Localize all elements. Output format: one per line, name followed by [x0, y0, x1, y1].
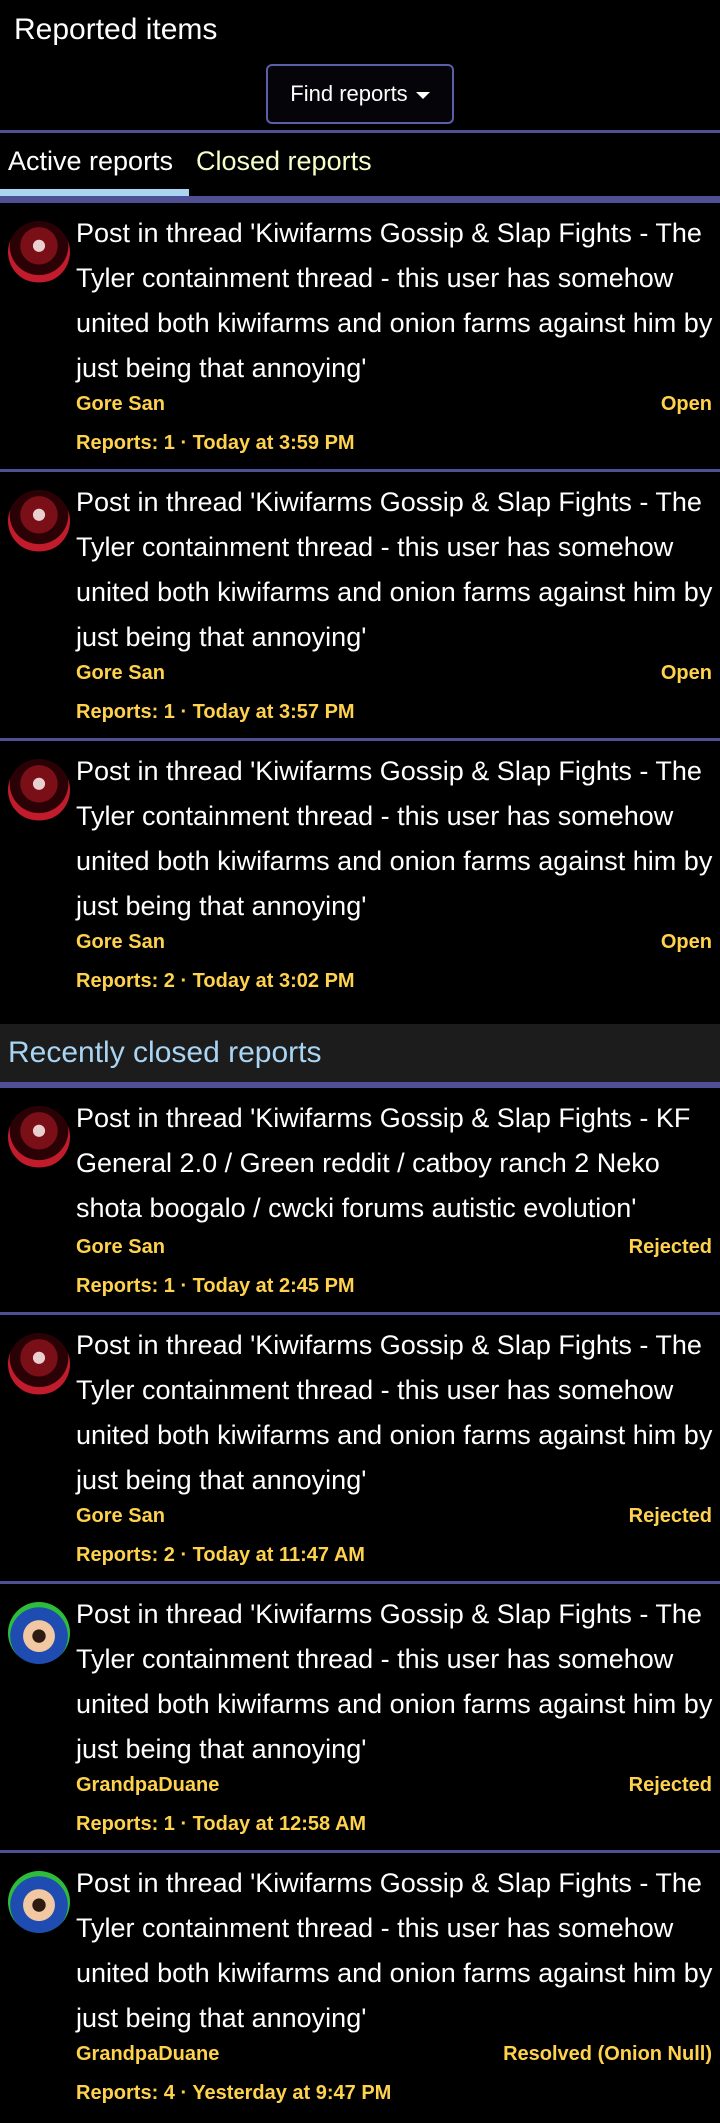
- gore-san-avatar[interactable]: [8, 221, 70, 283]
- find-reports-label: Find reports: [290, 81, 408, 106]
- report-title[interactable]: Post in thread 'Kiwifarms Gossip & Slap …: [76, 480, 716, 660]
- page-title: Reported items: [14, 13, 218, 46]
- report-status: Open: [660, 931, 712, 953]
- report-status: Open: [660, 393, 712, 415]
- report-count-time: Reports: 2 · Today at 11:47 AM: [76, 1544, 365, 1566]
- report-item[interactable]: Post in thread 'Kiwifarms Gossip & Slap …: [0, 741, 720, 1024]
- report-status: Rejected: [628, 1236, 712, 1258]
- find-reports-button[interactable]: Find reports: [266, 64, 454, 124]
- report-title[interactable]: Post in thread 'Kiwifarms Gossip & Slap …: [76, 1861, 716, 2041]
- tabs-top-divider: [0, 130, 720, 133]
- report-count-time: Reports: 1 · Today at 12:58 AM: [76, 1813, 367, 1835]
- report-count-time: Reports: 1 · Today at 2:45 PM: [76, 1275, 355, 1297]
- report-item[interactable]: Post in thread 'Kiwifarms Gossip & Slap …: [0, 472, 720, 741]
- recently-closed-header: Recently closed reports: [0, 1024, 720, 1082]
- report-title[interactable]: Post in thread 'Kiwifarms Gossip & Slap …: [76, 749, 716, 929]
- gore-san-avatar[interactable]: [8, 1333, 70, 1395]
- report-author[interactable]: Gore San: [76, 662, 165, 685]
- report-count-time: Reports: 1 · Today at 3:59 PM: [76, 432, 355, 454]
- report-item[interactable]: Post in thread 'Kiwifarms Gossip & Slap …: [0, 203, 720, 472]
- tab-closed-reports[interactable]: Closed reports: [196, 144, 372, 178]
- report-count-time: Reports: 4 · Yesterday at 9:47 PM: [76, 2082, 392, 2104]
- section-title: Recently closed reports: [8, 1036, 322, 1069]
- report-title[interactable]: Post in thread 'Kiwifarms Gossip & Slap …: [76, 1592, 716, 1772]
- report-status: Resolved (Onion Null): [503, 2043, 712, 2065]
- report-status: Open: [660, 662, 712, 684]
- tabs-bottom-divider: [0, 196, 720, 203]
- report-item[interactable]: Post in thread 'Kiwifarms Gossip & Slap …: [0, 1088, 720, 1315]
- report-status: Rejected: [628, 1505, 712, 1527]
- caret-down-icon: [415, 91, 430, 99]
- report-title[interactable]: Post in thread 'Kiwifarms Gossip & Slap …: [76, 1323, 716, 1503]
- report-count-time: Reports: 1 · Today at 3:57 PM: [76, 701, 355, 723]
- report-author[interactable]: Gore San: [76, 1236, 165, 1259]
- tab-active-reports[interactable]: Active reports: [8, 144, 173, 178]
- gore-san-avatar[interactable]: [8, 759, 70, 821]
- report-item[interactable]: Post in thread 'Kiwifarms Gossip & Slap …: [0, 1584, 720, 1853]
- report-author[interactable]: GrandpaDuane: [76, 2043, 219, 2066]
- report-count-time: Reports: 2 · Today at 3:02 PM: [76, 970, 355, 992]
- report-title[interactable]: Post in thread 'Kiwifarms Gossip & Slap …: [76, 211, 716, 391]
- gore-san-avatar[interactable]: [8, 1106, 70, 1168]
- report-title[interactable]: Post in thread 'Kiwifarms Gossip & Slap …: [76, 1096, 716, 1231]
- report-status: Rejected: [628, 1774, 712, 1796]
- reported-items-page: Reported items Find reports Active repor…: [0, 0, 720, 2123]
- report-item[interactable]: Post in thread 'Kiwifarms Gossip & Slap …: [0, 1315, 720, 1584]
- grandpaduane-avatar[interactable]: [8, 1602, 70, 1664]
- gore-san-avatar[interactable]: [8, 490, 70, 552]
- report-author[interactable]: Gore San: [76, 393, 165, 416]
- grandpaduane-avatar[interactable]: [8, 1871, 70, 1933]
- report-author[interactable]: Gore San: [76, 931, 165, 954]
- report-author[interactable]: Gore San: [76, 1505, 165, 1528]
- report-item[interactable]: Post in thread 'Kiwifarms Gossip & Slap …: [0, 1853, 720, 2123]
- report-author[interactable]: GrandpaDuane: [76, 1774, 219, 1797]
